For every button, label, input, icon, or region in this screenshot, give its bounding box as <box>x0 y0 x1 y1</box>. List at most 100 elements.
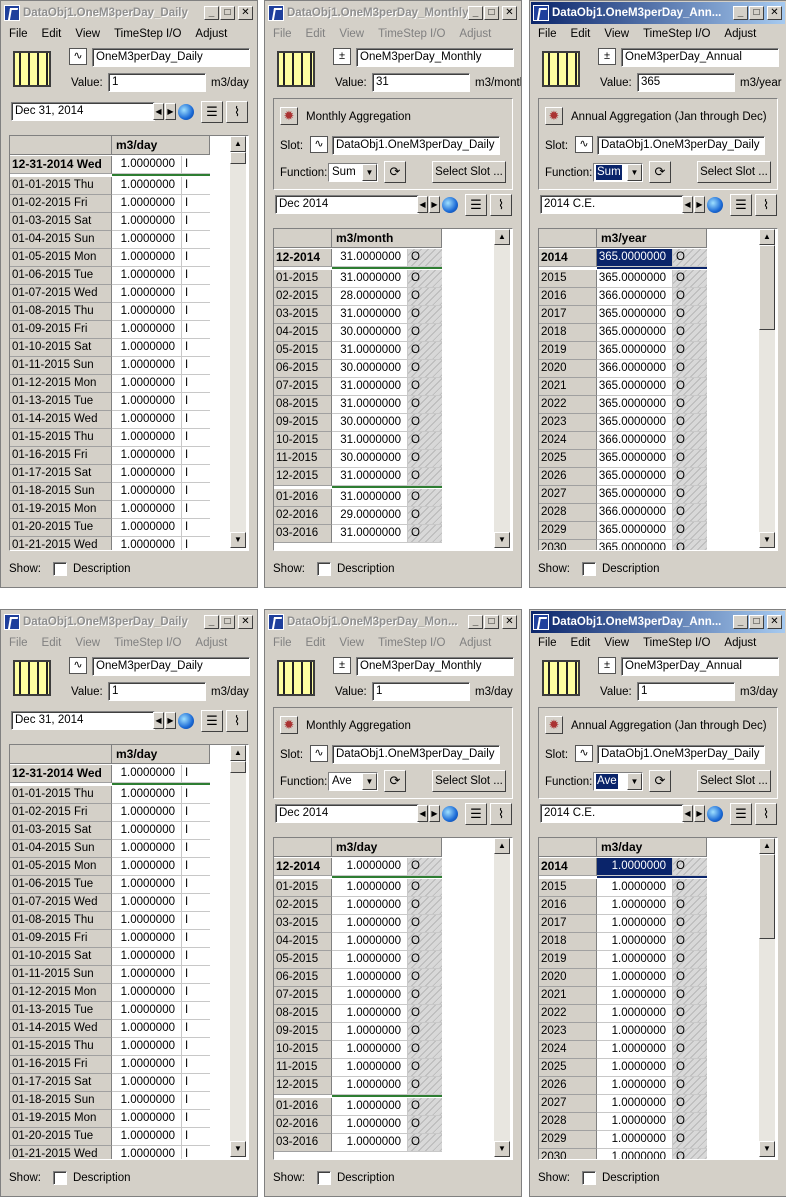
table-row[interactable]: 01-2016 1.0000000 O <box>274 1098 442 1116</box>
cell-value[interactable]: 31.0000000 <box>332 432 408 450</box>
app-logo-icon[interactable] <box>268 614 284 630</box>
next-timestep-button[interactable]: ▶ <box>694 805 705 822</box>
scroll-down-arrow-icon[interactable]: ▼ <box>494 1141 510 1157</box>
cell-value[interactable]: 366.0000000 <box>597 360 673 378</box>
cell-value[interactable]: 1.0000000 <box>112 537 182 550</box>
table-row[interactable]: 01-02-2015 Fri 1.0000000 I <box>10 804 210 822</box>
slot-name-field[interactable]: OneM3perDay_Monthly <box>356 657 514 676</box>
description-checkbox[interactable] <box>316 562 331 576</box>
menu-timestep-i-o[interactable]: TimeStep I/O <box>643 634 710 652</box>
table-row[interactable]: 01-13-2015 Tue 1.0000000 I <box>10 393 210 411</box>
cell-value[interactable]: 1.0000000 <box>112 765 182 783</box>
table-row[interactable]: 02-2016 29.0000000 O <box>274 507 442 525</box>
table-row[interactable]: 01-11-2015 Sun 1.0000000 I <box>10 357 210 375</box>
maximize-button[interactable]: □ <box>220 6 235 20</box>
aggregation-gear-icon[interactable]: ✹ <box>545 107 563 125</box>
scroll-up-arrow-icon[interactable]: ▲ <box>494 229 510 245</box>
table-row[interactable]: 06-2015 1.0000000 O <box>274 969 442 987</box>
app-logo-icon[interactable] <box>4 614 20 630</box>
cell-value[interactable]: 1.0000000 <box>112 1146 182 1159</box>
cell-value[interactable]: 1.0000000 <box>112 1128 182 1146</box>
scroll-down-arrow-icon[interactable]: ▼ <box>759 1141 775 1157</box>
table-row[interactable]: 01-08-2015 Thu 1.0000000 I <box>10 303 210 321</box>
close-button[interactable]: ✕ <box>238 6 253 20</box>
menu-edit[interactable]: Edit <box>306 25 326 43</box>
cell-value[interactable]: 1.0000000 <box>112 393 182 411</box>
plot-button[interactable]: ⌇ <box>755 194 777 216</box>
cell-value[interactable]: 1.0000000 <box>112 804 182 822</box>
table-row[interactable]: 01-10-2015 Sat 1.0000000 I <box>10 948 210 966</box>
select-slot-button[interactable]: Select Slot ... <box>432 770 506 792</box>
close-button[interactable]: ✕ <box>767 615 782 629</box>
cell-value[interactable]: 1.0000000 <box>597 915 673 933</box>
value-field[interactable]: 31 <box>372 73 470 92</box>
title-bar[interactable]: DataObj1.OneM3perDay_Monthly _ □ ✕ <box>266 2 520 24</box>
vertical-scrollbar[interactable]: ▲ ▼ <box>230 136 246 548</box>
cell-value[interactable]: 365.0000000 <box>597 414 673 432</box>
table-row[interactable]: 2022 365.0000000 O <box>539 396 707 414</box>
globe-icon[interactable] <box>178 104 194 120</box>
menu-edit[interactable]: Edit <box>42 25 62 43</box>
table-row[interactable]: 01-21-2015 Wed 1.0000000 I <box>10 1146 210 1159</box>
menu-adjust[interactable]: Adjust <box>459 25 491 43</box>
vertical-scrollbar[interactable]: ▲ ▼ <box>494 838 510 1157</box>
function-select[interactable]: Sum ▼ <box>328 163 378 182</box>
cell-value[interactable]: 1.0000000 <box>332 897 408 915</box>
value-field[interactable]: 1 <box>108 682 206 701</box>
globe-icon[interactable] <box>707 197 723 213</box>
minimize-button[interactable]: _ <box>468 6 483 20</box>
table-row[interactable]: 12-2014 31.0000000 O <box>274 249 442 267</box>
vertical-scrollbar[interactable]: ▲ ▼ <box>759 838 775 1157</box>
minimize-button[interactable]: _ <box>204 615 219 629</box>
globe-icon[interactable] <box>442 806 458 822</box>
cell-value[interactable]: 1.0000000 <box>112 429 182 447</box>
table-row[interactable]: 01-11-2015 Sun 1.0000000 I <box>10 966 210 984</box>
table-row[interactable]: 03-2016 31.0000000 O <box>274 525 442 543</box>
function-select[interactable]: Ave ▼ <box>328 772 378 791</box>
cell-value[interactable]: 1.0000000 <box>597 969 673 987</box>
cell-value[interactable]: 1.0000000 <box>597 1095 673 1113</box>
cell-value[interactable]: 31.0000000 <box>332 378 408 396</box>
vertical-scrollbar[interactable]: ▲ ▼ <box>230 745 246 1157</box>
table-row[interactable]: 2025 1.0000000 O <box>539 1059 707 1077</box>
date-field[interactable]: Dec 31, 2014 <box>11 711 155 730</box>
table-row[interactable]: 03-2016 1.0000000 O <box>274 1134 442 1152</box>
list-view-button[interactable]: ☰ <box>730 194 752 216</box>
table-row[interactable]: 2023 1.0000000 O <box>539 1023 707 1041</box>
cell-value[interactable]: 1.0000000 <box>332 858 408 876</box>
table-row[interactable]: 01-14-2015 Wed 1.0000000 I <box>10 411 210 429</box>
slot-name-field[interactable]: OneM3perDay_Annual <box>621 48 779 67</box>
refresh-button[interactable]: ⟳ <box>649 161 671 183</box>
cell-value[interactable]: 1.0000000 <box>597 1023 673 1041</box>
table-row[interactable]: 01-19-2015 Mon 1.0000000 I <box>10 1110 210 1128</box>
menu-timestep-i-o[interactable]: TimeStep I/O <box>643 25 710 43</box>
column-header[interactable]: m3/day <box>597 838 707 857</box>
table-row[interactable]: 01-04-2015 Sun 1.0000000 I <box>10 840 210 858</box>
list-view-button[interactable]: ☰ <box>465 803 487 825</box>
table-row[interactable]: 12-2015 1.0000000 O <box>274 1077 442 1095</box>
cell-value[interactable]: 365.0000000 <box>597 270 673 288</box>
next-timestep-button[interactable]: ▶ <box>429 805 440 822</box>
table-row[interactable]: 07-2015 31.0000000 O <box>274 378 442 396</box>
table-row[interactable]: 2026 1.0000000 O <box>539 1077 707 1095</box>
table-row[interactable]: 2021 365.0000000 O <box>539 378 707 396</box>
cell-value[interactable]: 1.0000000 <box>112 411 182 429</box>
menu-adjust[interactable]: Adjust <box>724 634 756 652</box>
chevron-down-icon[interactable]: ▼ <box>362 164 377 181</box>
list-view-button[interactable]: ☰ <box>730 803 752 825</box>
cell-value[interactable]: 365.0000000 <box>597 486 673 504</box>
scroll-thumb[interactable] <box>759 854 775 939</box>
value-field[interactable]: 365 <box>637 73 735 92</box>
cell-value[interactable]: 1.0000000 <box>112 1038 182 1056</box>
table-row[interactable]: 01-2015 1.0000000 O <box>274 879 442 897</box>
refresh-button[interactable]: ⟳ <box>649 770 671 792</box>
table-row[interactable]: 01-15-2015 Thu 1.0000000 I <box>10 1038 210 1056</box>
prev-timestep-button[interactable]: ◀ <box>682 805 693 822</box>
cell-value[interactable]: 1.0000000 <box>332 969 408 987</box>
aggregation-slot-field[interactable]: DataObj1.OneM3perDay_Daily <box>597 136 765 155</box>
scroll-thumb[interactable] <box>230 152 246 164</box>
table-row[interactable]: 2022 1.0000000 O <box>539 1005 707 1023</box>
globe-icon[interactable] <box>707 806 723 822</box>
next-timestep-button[interactable]: ▶ <box>429 196 440 213</box>
cell-value[interactable]: 1.0000000 <box>112 375 182 393</box>
